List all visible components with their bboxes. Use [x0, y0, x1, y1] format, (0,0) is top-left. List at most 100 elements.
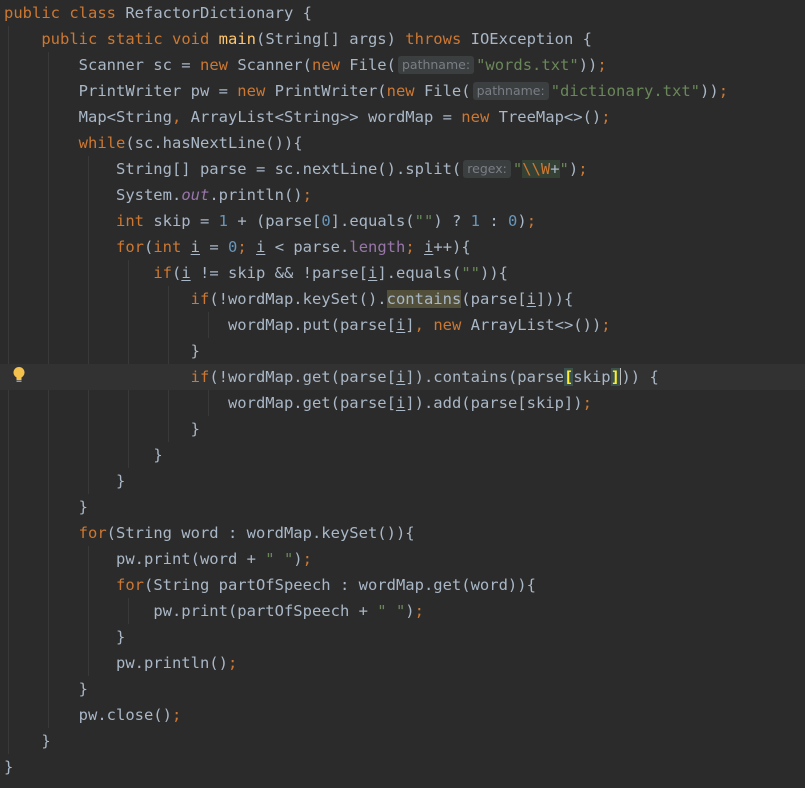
code-token: wordMap.put(parse[	[227, 316, 396, 334]
code-token: ;	[601, 316, 611, 334]
code-token: (sc.hasNextLine()){	[125, 134, 303, 152]
code-token: }	[41, 732, 51, 750]
code-token: RefactorDictionary {	[125, 4, 312, 22]
code-line[interactable]: while(sc.hasNextLine()){	[0, 130, 805, 156]
code-token: ;	[414, 602, 424, 620]
code-line[interactable]: String[] parse = sc.nextLine().split(reg…	[0, 156, 805, 182]
code-line[interactable]: }	[0, 676, 805, 702]
code-token: wordMap.get(parse[	[227, 394, 396, 412]
code-line[interactable]: wordMap.get(parse[i]).add(parse[skip]);	[0, 390, 805, 416]
code-line[interactable]: }	[0, 416, 805, 442]
parameter-hint: pathname:	[397, 56, 475, 74]
code-line[interactable]: public class RefactorDictionary {	[0, 0, 805, 26]
code-token: while	[78, 134, 126, 152]
code-line[interactable]: for(int i = 0; i < parse.length; i++){	[0, 234, 805, 260]
code-token: \\W	[522, 160, 551, 178]
code-token: ;	[601, 108, 611, 126]
code-token: )	[568, 160, 579, 178]
code-token: (parse[	[461, 290, 527, 308]
code-token: " "	[265, 550, 294, 568]
code-token: i	[367, 264, 378, 282]
code-line[interactable]: Scanner sc = new Scanner(new File(pathna…	[0, 52, 805, 78]
code-token: i	[395, 394, 406, 412]
code-token: )	[293, 550, 303, 568]
code-token: new	[237, 82, 275, 100]
code-token: ;	[526, 212, 537, 230]
code-editor[interactable]: public class RefactorDictionary { public…	[0, 0, 805, 788]
code-line[interactable]: }	[0, 442, 805, 468]
code-token: (String[] args)	[255, 30, 406, 48]
code-token: public	[41, 30, 107, 48]
code-token: public	[4, 4, 70, 22]
matched-bracket: ]	[610, 368, 620, 386]
code-token: }	[153, 446, 163, 464]
code-token: IOException {	[470, 30, 592, 48]
code-token: + (parse[	[227, 212, 322, 230]
code-token: }	[78, 498, 88, 516]
code-token: "	[512, 160, 523, 178]
code-token: pw.print(partOfSpeech +	[153, 602, 378, 620]
code-line[interactable]: System.out.println();	[0, 182, 805, 208]
code-token: ]).contains(parse	[405, 368, 564, 386]
code-token: void	[171, 30, 219, 48]
matched-bracket: [	[563, 368, 574, 386]
lightbulb-icon[interactable]	[12, 366, 26, 384]
code-line[interactable]: }	[0, 468, 805, 494]
code-token: pw.close()	[78, 706, 172, 724]
code-line[interactable]: int skip = 1 + (parse[0].equals("") ? 1 …	[0, 208, 805, 234]
code-token: ""	[414, 212, 434, 230]
code-line[interactable]: if(!wordMap.get(parse[i]).contains(parse…	[0, 364, 805, 390]
code-token: File(	[423, 82, 471, 100]
code-line[interactable]: }	[0, 494, 805, 520]
code-line[interactable]: pw.print(word + " ");	[0, 546, 805, 572]
code-line[interactable]: }	[0, 338, 805, 364]
code-token: length	[349, 238, 406, 256]
code-token: System.	[115, 186, 182, 204]
code-line[interactable]: wordMap.put(parse[i], new ArrayList<>())…	[0, 312, 805, 338]
code-line[interactable]: }	[0, 754, 805, 780]
code-line[interactable]: if(!wordMap.keySet().contains(parse[i]))…	[0, 286, 805, 312]
code-token: class	[69, 4, 126, 22]
code-token: ,	[414, 316, 434, 334]
code-token: ))	[700, 82, 719, 100]
code-token: i	[424, 238, 434, 256]
code-token: ;	[582, 394, 592, 412]
code-token: pw.println()	[115, 654, 228, 672]
code-token: 0	[508, 212, 518, 230]
code-token: PrintWriter pw =	[78, 82, 238, 100]
code-line[interactable]: pw.print(partOfSpeech + " ");	[0, 598, 805, 624]
code-line[interactable]: for(String word : wordMap.keySet()){	[0, 520, 805, 546]
code-token: ;	[597, 56, 607, 74]
code-token: pw.print(word +	[115, 550, 266, 568]
code-line[interactable]: Map<String, ArrayList<String>> wordMap =…	[0, 104, 805, 130]
code-token: (	[171, 264, 182, 282]
code-line[interactable]: pw.println();	[0, 650, 805, 676]
code-token: ;	[237, 238, 257, 256]
code-line[interactable]: if(i != skip && !parse[i].equals("")){	[0, 260, 805, 286]
code-line[interactable]: }	[0, 728, 805, 754]
code-token: i	[256, 238, 266, 256]
code-token: }	[115, 472, 126, 490]
code-token: new	[311, 56, 350, 74]
code-line[interactable]: public static void main(String[] args) t…	[0, 26, 805, 52]
code-token: Scanner sc =	[78, 56, 200, 74]
code-token: ;	[302, 186, 312, 204]
code-line[interactable]: }	[0, 624, 805, 650]
parameter-hint: regex:	[463, 160, 511, 178]
code-line[interactable]: for(String partOfSpeech : wordMap.get(wo…	[0, 572, 805, 598]
code-line[interactable]: pw.close();	[0, 702, 805, 728]
code-line[interactable]: PrintWriter pw = new PrintWriter(new Fil…	[0, 78, 805, 104]
